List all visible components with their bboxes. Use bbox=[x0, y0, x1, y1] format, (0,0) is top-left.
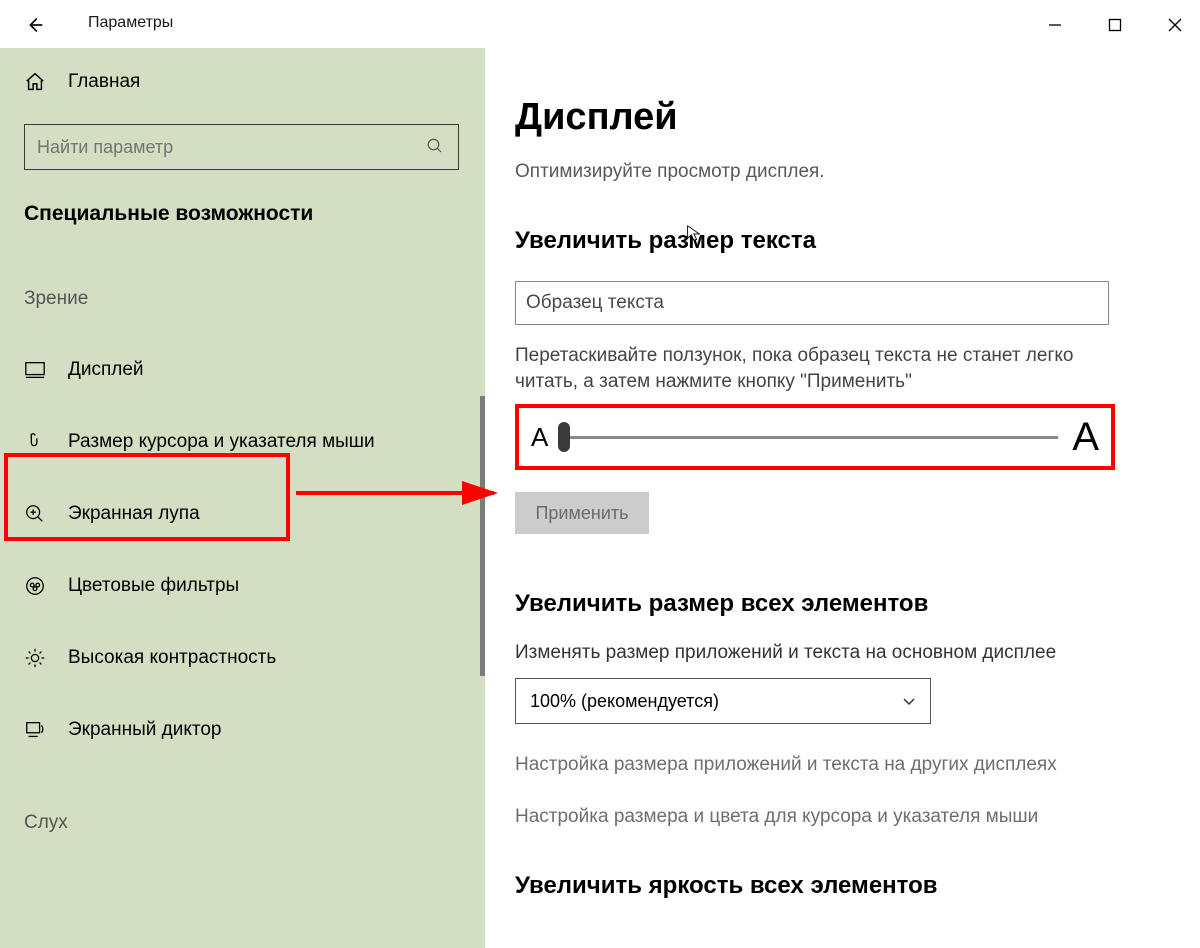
close-button[interactable] bbox=[1160, 10, 1190, 40]
close-icon bbox=[1168, 18, 1182, 32]
minimize-icon bbox=[1048, 18, 1062, 32]
sidebar-item-color-filters[interactable]: Цветовые фильтры bbox=[0, 550, 485, 622]
chevron-down-icon bbox=[902, 694, 916, 708]
sidebar-item-cursor-pointer[interactable]: Размер курсора и указателя мыши bbox=[0, 406, 485, 478]
back-arrow-icon bbox=[24, 14, 46, 36]
narrator-icon bbox=[24, 719, 46, 741]
section-heading-all-elements: Увеличить размер всех элементов bbox=[515, 590, 1170, 618]
slider-hint-text: Перетаскивайте ползунок, пока образец те… bbox=[515, 343, 1115, 394]
slider-thumb[interactable] bbox=[558, 422, 570, 452]
sidebar-item-label: Цветовые фильтры bbox=[68, 575, 239, 597]
page-title: Дисплей bbox=[515, 96, 1170, 139]
sidebar-item-display[interactable]: Дисплей bbox=[0, 334, 485, 406]
sidebar-item-magnifier[interactable]: Экранная лупа bbox=[0, 478, 485, 550]
slider-label-large: A bbox=[1072, 415, 1099, 460]
sidebar-item-high-contrast[interactable]: Высокая контрастность bbox=[0, 622, 485, 694]
display-scale-value: 100% (рекомендуется) bbox=[530, 691, 719, 712]
sidebar-item-label: Размер курсора и указателя мыши bbox=[68, 431, 375, 453]
link-other-displays[interactable]: Настройка размера приложений и текста на… bbox=[515, 754, 1170, 776]
sidebar-home-label: Главная bbox=[68, 71, 140, 93]
monitor-icon bbox=[24, 359, 46, 381]
sample-text: Образец текста bbox=[526, 292, 664, 314]
sidebar-item-label: Дисплей bbox=[68, 359, 144, 381]
group-header-vision: Зрение bbox=[24, 288, 485, 310]
contrast-icon bbox=[24, 647, 46, 669]
color-filter-icon bbox=[24, 575, 46, 597]
maximize-icon bbox=[1108, 18, 1122, 32]
search-box[interactable] bbox=[24, 124, 459, 170]
section-heading-brightness: Увеличить яркость всех элементов bbox=[515, 872, 1170, 900]
page-subtitle: Оптимизируйте просмотр дисплея. bbox=[515, 161, 1170, 183]
cursor-pointer-icon bbox=[24, 431, 46, 453]
scale-description: Изменять размер приложений и текста на о… bbox=[515, 642, 1170, 664]
back-button[interactable] bbox=[24, 14, 46, 36]
sidebar-item-home[interactable]: Главная bbox=[0, 58, 485, 106]
sidebar-item-label: Экранный диктор bbox=[68, 719, 221, 741]
search-input[interactable] bbox=[37, 137, 426, 158]
search-icon bbox=[426, 137, 446, 157]
magnifier-icon bbox=[24, 503, 46, 525]
sidebar-item-narrator[interactable]: Экранный диктор bbox=[0, 694, 485, 766]
home-icon bbox=[24, 71, 46, 93]
slider-label-small: A bbox=[531, 422, 548, 453]
apply-button[interactable]: Применить bbox=[515, 492, 649, 534]
maximize-button[interactable] bbox=[1100, 10, 1130, 40]
link-cursor-settings[interactable]: Настройка размера и цвета для курсора и … bbox=[515, 806, 1170, 828]
app-title: Параметры bbox=[88, 14, 173, 32]
sidebar-item-label: Высокая контрастность bbox=[68, 647, 276, 669]
minimize-button[interactable] bbox=[1040, 10, 1070, 40]
display-scale-dropdown[interactable]: 100% (рекомендуется) bbox=[515, 678, 931, 724]
sidebar-item-label: Экранная лупа bbox=[68, 503, 200, 525]
group-header-hearing: Слух bbox=[24, 812, 485, 834]
text-size-slider-container: A A bbox=[515, 404, 1115, 470]
section-title-accessibility: Специальные возможности bbox=[24, 202, 485, 226]
section-heading-text-size: Увеличить размер текста bbox=[515, 227, 1170, 255]
sample-text-box: Образец текста bbox=[515, 281, 1109, 325]
text-size-slider[interactable] bbox=[562, 436, 1058, 439]
